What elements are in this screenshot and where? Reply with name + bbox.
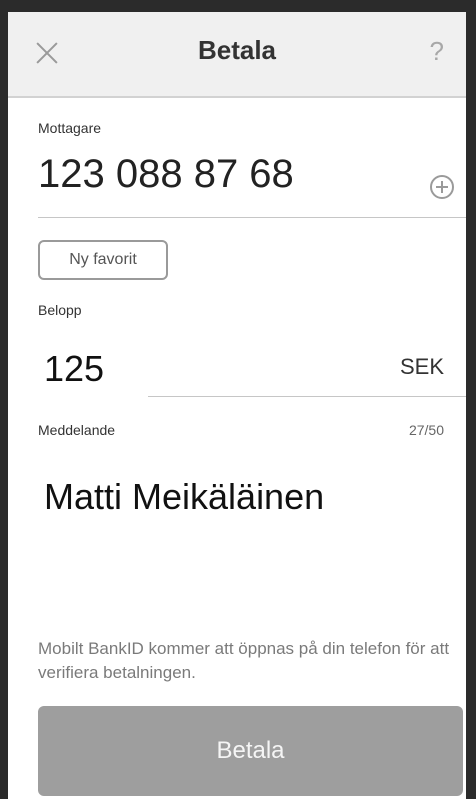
amount-underline xyxy=(148,396,466,397)
currency-label: SEK xyxy=(399,354,444,379)
message-label: Meddelande xyxy=(38,422,116,438)
phone-frame: Betala ? Mottagare 123 088 87 68 Ny favo… xyxy=(0,0,476,799)
pay-button[interactable]: Betala xyxy=(38,706,463,796)
page-title: Betala xyxy=(197,35,277,65)
bankid-info-text: Mobilt BankID kommer att öppnas på din t… xyxy=(38,639,450,682)
amount-label: Belopp xyxy=(38,302,82,318)
message-counter: 27/50 xyxy=(408,422,444,438)
amount-field[interactable]: 125 xyxy=(44,348,104,390)
recipient-field[interactable]: 123 088 87 68 xyxy=(38,152,294,197)
message-field[interactable]: Matti Meikäläinen xyxy=(44,476,324,518)
header-bar: Betala ? xyxy=(8,12,466,98)
recipient-underline xyxy=(38,217,466,218)
new-favorite-button[interactable]: Ny favorit xyxy=(38,240,168,280)
help-button[interactable]: ? xyxy=(430,36,444,67)
recipient-label: Mottagare xyxy=(38,120,102,136)
plus-circle-icon[interactable] xyxy=(430,175,454,199)
